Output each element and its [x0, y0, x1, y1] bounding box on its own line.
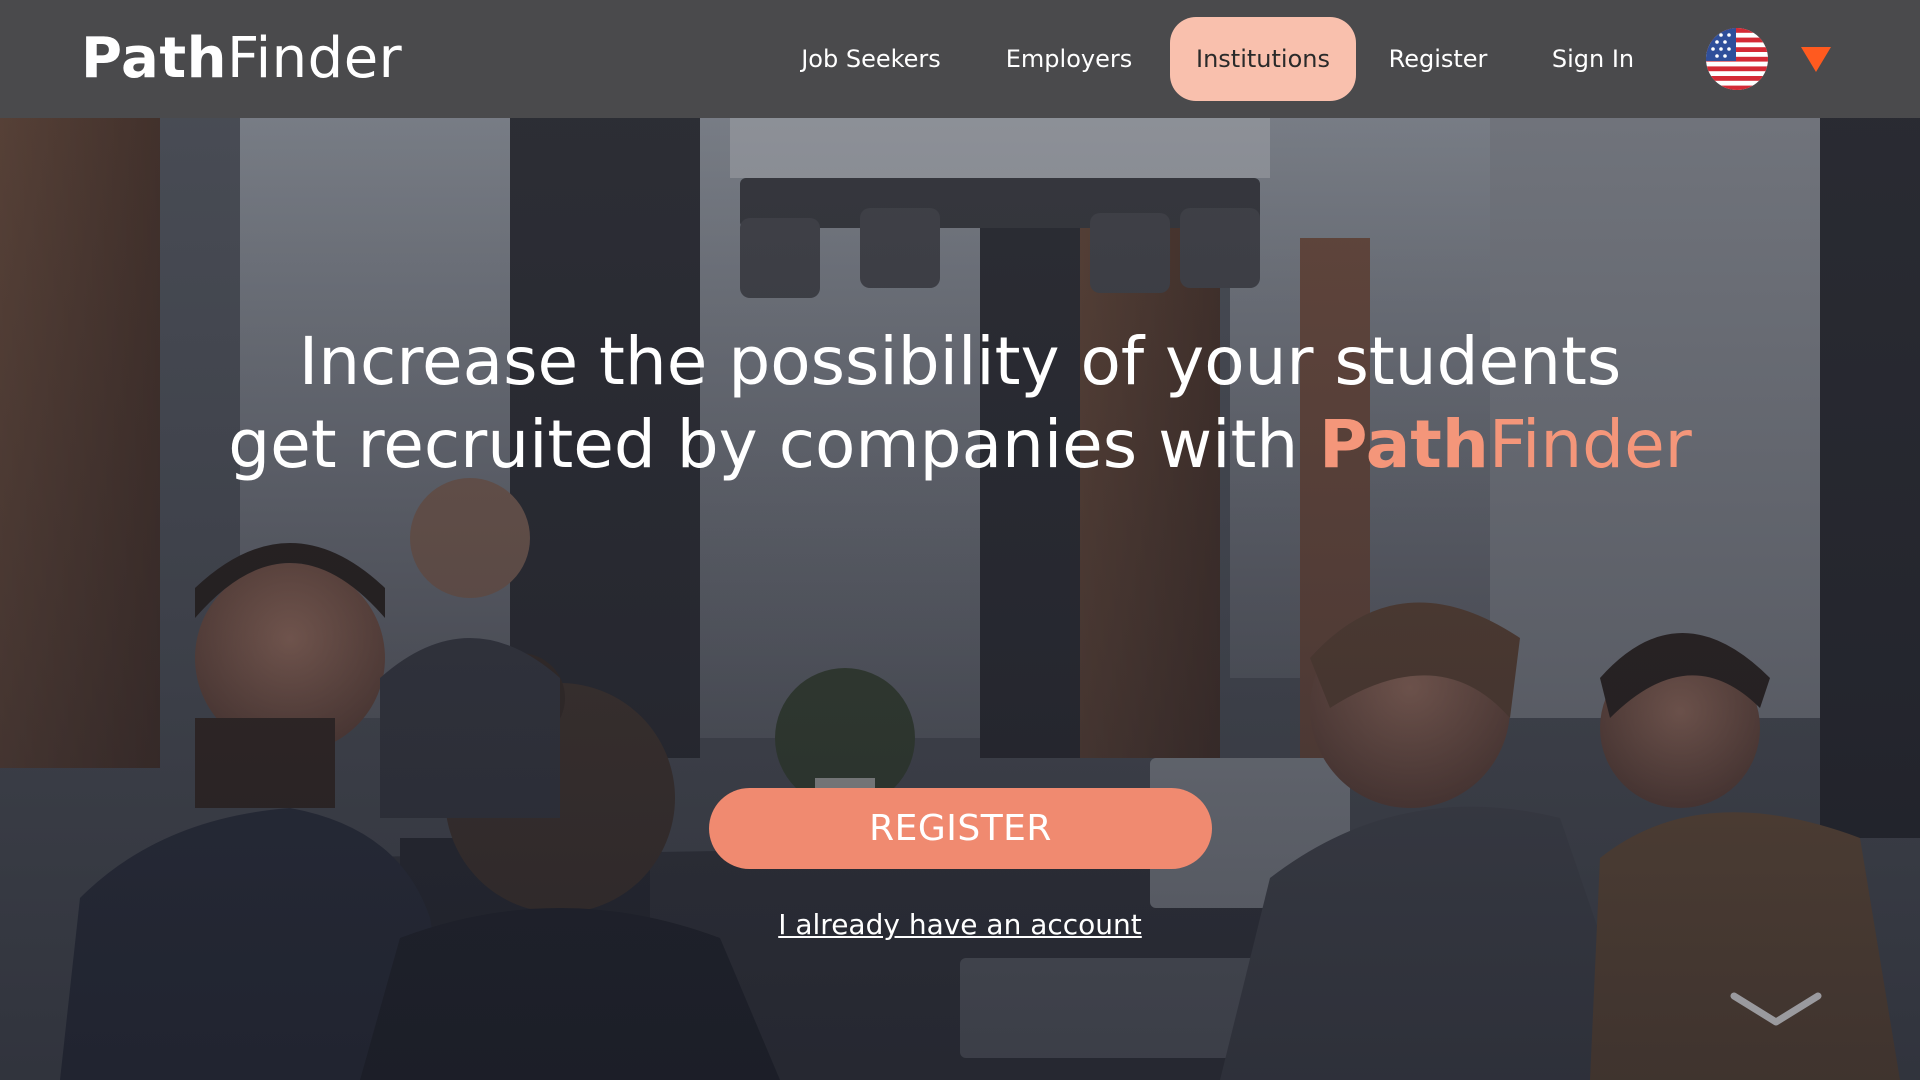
- caret-down-icon[interactable]: [1801, 47, 1831, 72]
- logo-bold-part: Path: [81, 26, 227, 91]
- landing-page: PathFinder Job Seekers Employers Institu…: [0, 0, 1920, 1080]
- hero-headline-line1: Increase the possibility of your student…: [298, 323, 1622, 400]
- hero-headline-prefix: get recruited by companies with: [228, 406, 1320, 483]
- hero-brand-regular: Finder: [1488, 406, 1692, 483]
- chevron-down-icon[interactable]: [1730, 990, 1822, 1030]
- logo-regular-part: Finder: [226, 26, 403, 91]
- nav-sign-in[interactable]: Sign In: [1536, 17, 1650, 101]
- nav-job-seekers[interactable]: Job Seekers: [778, 17, 964, 101]
- already-have-account-link[interactable]: I already have an account: [778, 908, 1142, 941]
- already-have-account-wrapper: I already have an account: [0, 908, 1920, 941]
- nav-register[interactable]: Register: [1372, 17, 1504, 101]
- hero-brand-bold: Path: [1319, 406, 1489, 483]
- us-flag-icon[interactable]: [1706, 28, 1768, 90]
- nav-employers[interactable]: Employers: [986, 17, 1152, 101]
- nav-institutions[interactable]: Institutions: [1170, 17, 1356, 101]
- top-navbar: PathFinder Job Seekers Employers Institu…: [0, 0, 1920, 118]
- logo[interactable]: PathFinder: [81, 24, 402, 94]
- hero-headline-line2: get recruited by companies with PathFind…: [0, 403, 1920, 487]
- register-button[interactable]: REGISTER: [709, 788, 1212, 869]
